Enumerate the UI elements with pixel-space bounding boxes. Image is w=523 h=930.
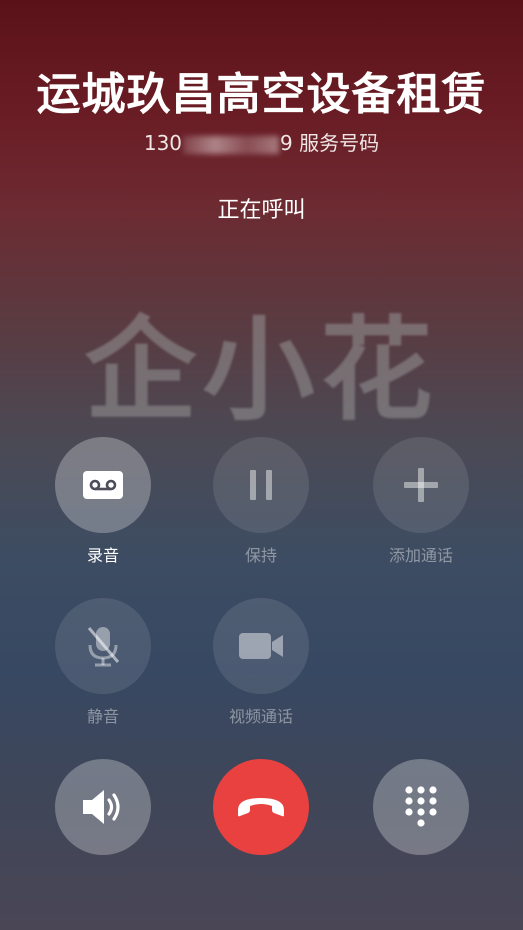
hold-button[interactable] [213, 437, 309, 533]
number-suffix: 9 [280, 131, 293, 155]
mute-button[interactable] [55, 598, 151, 694]
record-button[interactable] [55, 437, 151, 533]
mute-label: 静音 [86, 707, 119, 726]
record-label: 录音 [86, 546, 119, 565]
dialpad-button[interactable] [373, 759, 469, 855]
hangup-button[interactable] [213, 759, 309, 855]
watermark: 企小花 [84, 305, 439, 436]
plus-icon [404, 468, 438, 502]
speaker-button[interactable] [55, 759, 151, 855]
number-redacted [183, 135, 280, 154]
add-call-button[interactable] [373, 437, 469, 533]
add-call-label: 添加通话 [388, 546, 453, 565]
mic-off-icon [87, 627, 120, 667]
video-camera-icon [239, 633, 283, 659]
number-tag: 服务号码 [299, 131, 380, 155]
cassette-record-icon [83, 471, 123, 499]
video-call-button[interactable] [213, 598, 309, 694]
contact-name: 运城玖昌高空设备租赁 [36, 69, 487, 120]
speaker-icon [83, 790, 120, 824]
number-prefix: 130 [143, 131, 183, 155]
pause-icon [250, 470, 272, 500]
dialpad-icon [405, 786, 437, 827]
phone-hangup-icon [238, 798, 284, 817]
hold-label: 保持 [244, 546, 277, 565]
phone-number: 130 9 服务号码 [0, 127, 523, 156]
call-status: 正在呼叫 [217, 198, 306, 223]
video-call-label: 视频通话 [228, 707, 293, 726]
